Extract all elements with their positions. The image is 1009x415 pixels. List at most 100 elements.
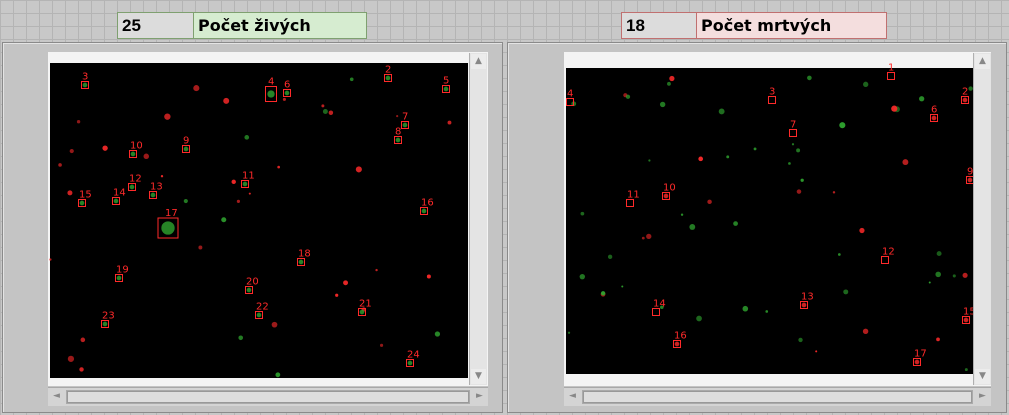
live-cell	[434, 331, 441, 337]
dead-cell-count: 18	[621, 12, 697, 39]
dead-cell	[859, 227, 865, 234]
scroll-right-icon[interactable]: ►	[975, 389, 990, 404]
live-cell	[733, 221, 738, 226]
cell-blob	[801, 302, 807, 308]
live-cell	[238, 335, 244, 341]
live-cell	[952, 274, 956, 278]
dead-cell	[396, 115, 399, 118]
dead-cell	[355, 166, 362, 173]
live-cell	[753, 147, 757, 151]
dead-cell	[198, 245, 203, 250]
cell-number: 3	[769, 87, 775, 98]
dead-cell	[69, 148, 74, 154]
live-cell	[837, 253, 841, 256]
cell-number: 16	[421, 198, 434, 209]
dead-cell	[962, 272, 968, 278]
cell-number: 12	[129, 174, 142, 185]
cell-number: 8	[395, 127, 401, 138]
live-cell	[221, 217, 227, 223]
scroll-down-icon[interactable]: ▼	[471, 369, 486, 384]
dead-cell	[379, 343, 384, 347]
scroll-thumb[interactable]	[67, 391, 469, 403]
cell-blob	[407, 360, 413, 366]
live-image-vscroll[interactable]: ▲ ▼	[469, 53, 487, 385]
cell-number: 3	[82, 72, 88, 83]
cell-blob	[385, 75, 391, 81]
scroll-up-icon[interactable]: ▲	[471, 54, 486, 69]
live-cell	[567, 331, 571, 334]
scroll-thumb[interactable]	[583, 391, 972, 403]
scroll-right-icon[interactable]: ►	[472, 389, 487, 404]
dead-cell	[832, 191, 836, 194]
dead-image-hscroll[interactable]: ◄ ►	[564, 387, 991, 406]
live-cell	[726, 155, 730, 159]
scroll-down-icon[interactable]: ▼	[975, 369, 990, 384]
cell-blob	[962, 97, 968, 103]
cell-number: 14	[113, 188, 126, 199]
scroll-left-icon[interactable]: ◄	[49, 389, 64, 404]
cell-number: 19	[116, 265, 129, 276]
cell-blob	[116, 275, 122, 281]
cell-blob	[102, 321, 108, 327]
dead-cell	[231, 179, 236, 185]
cell-number: 18	[298, 249, 311, 260]
live-image-frame: 3 4 6 2 5 7 8 9 10 11 12 13 14 15 16 17 18 19 20 21 22 23 24	[48, 52, 488, 386]
dead-cell	[49, 258, 52, 261]
dead-cell	[328, 110, 334, 115]
live-cell	[964, 368, 968, 372]
dead-cell	[796, 189, 802, 194]
live-image-hscroll[interactable]: ◄ ►	[48, 387, 488, 406]
dead-cell	[698, 156, 704, 162]
live-cell	[696, 315, 702, 322]
cell-blob	[359, 309, 365, 315]
cell-number: 20	[246, 277, 259, 288]
cell-number: 13	[150, 182, 163, 193]
cell-number: 1	[888, 63, 894, 74]
cell-blob	[79, 200, 85, 206]
live-cell	[621, 285, 624, 288]
live-cell	[788, 162, 791, 165]
live-cell	[936, 251, 942, 257]
cell-number: 11	[627, 190, 640, 201]
live-cell	[765, 310, 769, 313]
dead-cell	[223, 97, 230, 104]
cell-blob	[395, 137, 401, 143]
live-cell	[648, 159, 651, 162]
live-cell-image: 3 4 6 2 5 78 9 10 11 12 13 14 15 16 17 18 19 20 21 22 23 24	[49, 63, 468, 378]
cell-blob	[82, 82, 88, 88]
live-cell	[275, 372, 281, 378]
scroll-up-icon[interactable]: ▲	[975, 54, 990, 69]
cell-number: 2	[962, 87, 968, 98]
dead-cell	[193, 85, 200, 92]
dead-cell	[335, 293, 339, 297]
dead-cell	[164, 113, 171, 120]
cell-number: 7	[402, 112, 408, 123]
dead-cell-image: 4 3 216791011121314151617	[566, 63, 976, 374]
dead-image-frame: 4 3 2 1 6 7 9 10 11 12 13 14 15 16 17	[564, 52, 991, 386]
cell-number: 16	[674, 331, 687, 342]
cell-blob	[113, 198, 119, 204]
image-background	[566, 68, 973, 374]
live-cell	[935, 271, 941, 278]
cell-blob	[242, 181, 248, 187]
dead-cell	[815, 350, 818, 353]
cell-blob	[129, 184, 135, 190]
live-cell	[798, 337, 803, 343]
live-cell	[839, 122, 846, 129]
cell-number: 12	[882, 247, 895, 258]
live-cell	[349, 77, 354, 82]
scroll-left-icon[interactable]: ◄	[565, 389, 580, 404]
dead-cell	[646, 233, 652, 240]
dead-cell	[641, 236, 645, 240]
cell-number: 13	[801, 292, 814, 303]
live-cell	[919, 96, 925, 102]
live-cell	[800, 178, 804, 182]
dead-image-vscroll[interactable]: ▲ ▼	[973, 53, 991, 385]
live-cell	[579, 273, 586, 280]
cell-number: 4	[567, 89, 573, 100]
live-cell	[667, 81, 671, 86]
live-cell	[928, 281, 931, 284]
cell-number: 2	[385, 65, 391, 76]
dead-cell	[102, 145, 108, 151]
dead-cell	[321, 104, 325, 108]
